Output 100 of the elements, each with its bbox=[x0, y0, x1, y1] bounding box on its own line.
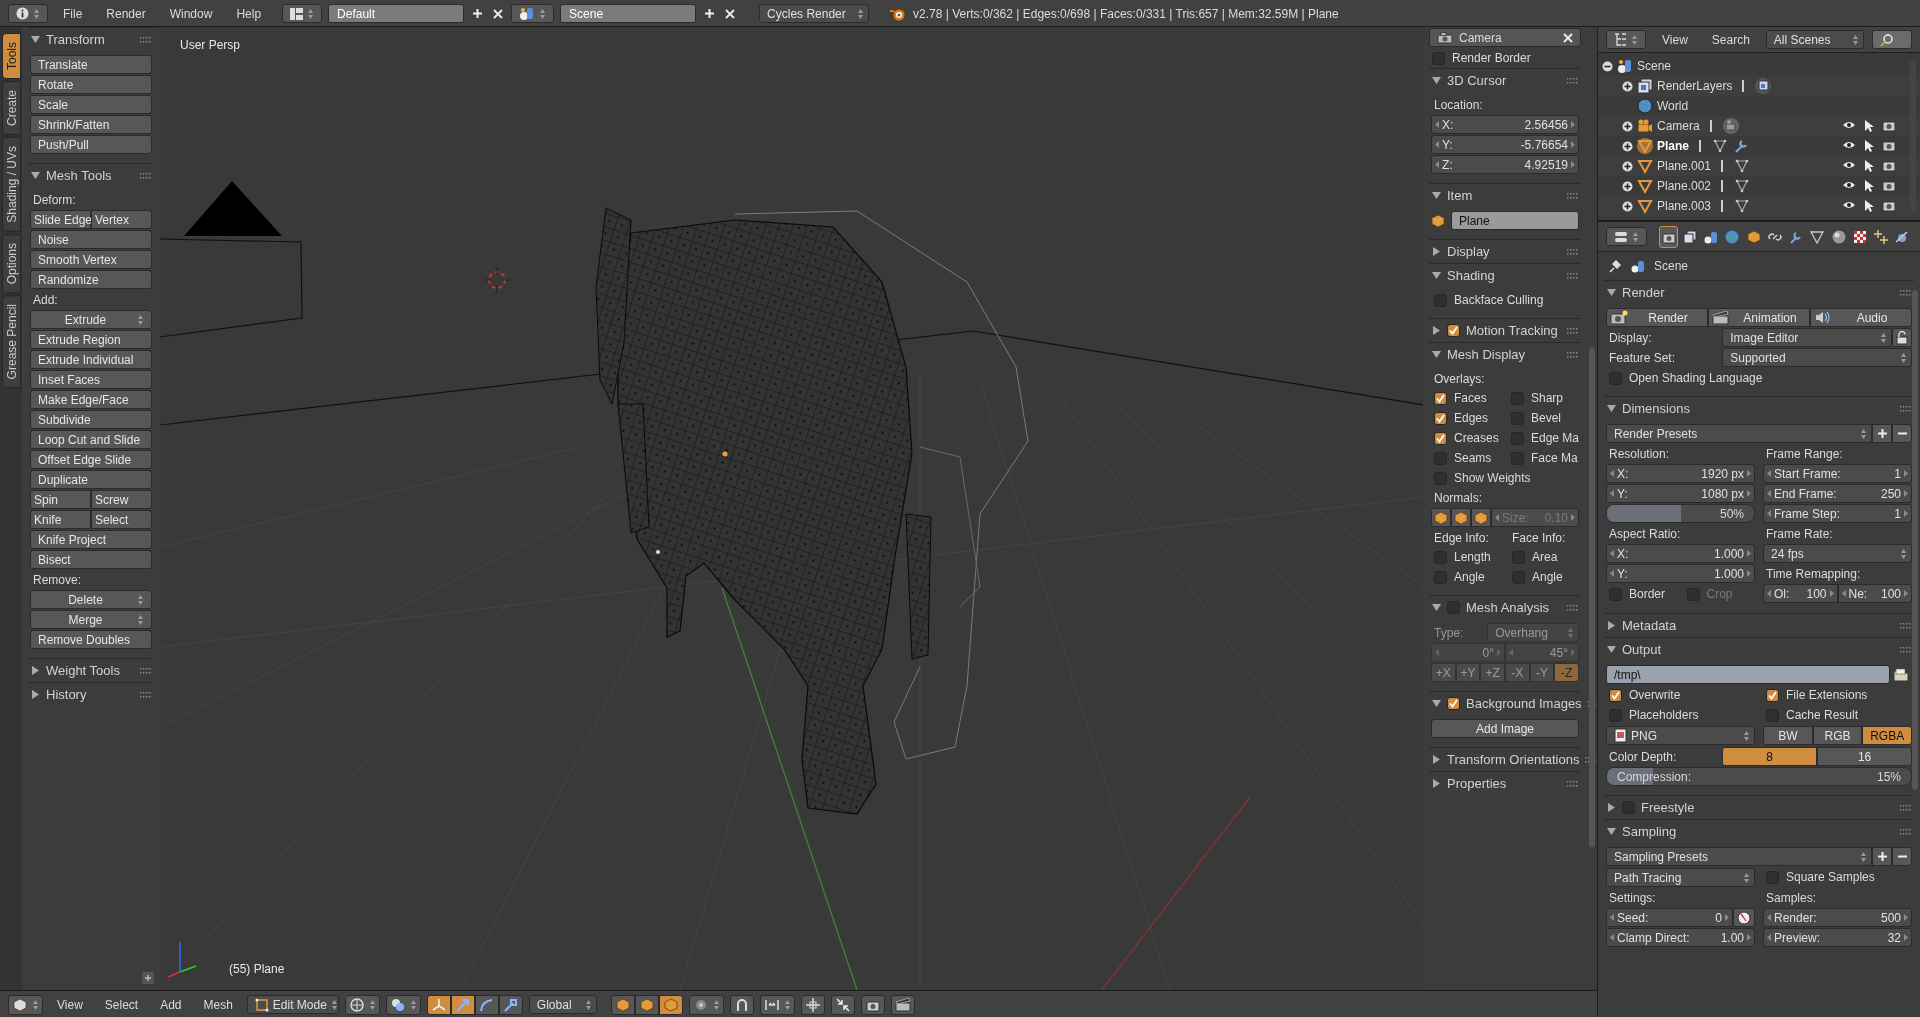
panel-title[interactable]: Mesh Tools bbox=[46, 168, 134, 183]
presets-dropdown[interactable]: Render Presets bbox=[1606, 424, 1872, 443]
toggle-button[interactable]: 16 bbox=[1817, 747, 1912, 766]
checkbox[interactable] bbox=[1609, 688, 1622, 702]
tool-button[interactable]: Make Edge/Face bbox=[30, 390, 152, 409]
disclosure-triangle-icon[interactable] bbox=[31, 171, 40, 180]
slider-field[interactable]: Compression: 15% bbox=[1606, 767, 1912, 786]
number-field[interactable]: Clamp Direct: 1.00 bbox=[1606, 928, 1755, 947]
tool-button[interactable]: Screw bbox=[91, 490, 152, 509]
tab[interactable]: Options bbox=[2, 233, 21, 294]
render-animation-button[interactable] bbox=[890, 994, 915, 1015]
checkbox-label[interactable]: Bevel bbox=[1530, 411, 1561, 425]
panel-title[interactable]: 3D Cursor bbox=[1447, 73, 1561, 88]
disclosure-triangle-icon[interactable] bbox=[1432, 779, 1441, 788]
tool-button[interactable]: Randomize bbox=[30, 270, 152, 289]
tool-button[interactable]: Offset Edge Slide bbox=[30, 450, 152, 469]
add-region-icon[interactable] bbox=[142, 972, 154, 984]
dropdown-field[interactable]: Supported bbox=[1722, 348, 1912, 367]
checkbox-label[interactable]: Border bbox=[1629, 587, 1666, 601]
menu-item[interactable]: Add bbox=[152, 997, 190, 1012]
select-mode-toggle[interactable] bbox=[634, 994, 659, 1015]
tool-button[interactable]: Push/Pull bbox=[30, 135, 152, 154]
tool-button[interactable]: Translate bbox=[30, 55, 152, 74]
panel-title[interactable]: Output bbox=[1622, 642, 1894, 657]
pin-icon[interactable] bbox=[1608, 259, 1622, 273]
disclosure-triangle-icon[interactable] bbox=[1607, 645, 1616, 654]
checkbox-label[interactable]: Show Weights bbox=[1454, 471, 1531, 485]
menu-item[interactable]: Mesh bbox=[195, 997, 241, 1012]
menu-item[interactable]: Search bbox=[1703, 32, 1758, 47]
panel-title[interactable]: Motion Tracking bbox=[1466, 323, 1561, 338]
number-field[interactable]: Ol: 100 bbox=[1763, 584, 1838, 603]
panel-title[interactable]: Metadata bbox=[1622, 618, 1894, 633]
checkbox-label[interactable]: Cache Result bbox=[1786, 708, 1859, 722]
tree-item-label[interactable]: Plane.001 bbox=[1657, 159, 1712, 173]
tool-button[interactable]: Inset Faces bbox=[30, 370, 152, 389]
disclosure-triangle-icon[interactable] bbox=[31, 690, 40, 699]
manipulator-toggle[interactable] bbox=[426, 994, 451, 1015]
remove-preset-button[interactable] bbox=[1892, 424, 1912, 443]
disclosure-triangle-icon[interactable] bbox=[1432, 755, 1441, 764]
search-field[interactable] bbox=[1872, 30, 1912, 49]
number-field[interactable]: Frame Step: 1 bbox=[1763, 504, 1912, 523]
lock-button[interactable] bbox=[1892, 328, 1912, 347]
render-button[interactable]: Animation bbox=[1708, 308, 1810, 327]
orientation-dropdown[interactable]: Global bbox=[528, 995, 597, 1014]
render-button[interactable]: Render bbox=[1606, 308, 1708, 327]
panel-title[interactable]: Background Images bbox=[1466, 696, 1582, 711]
number-field[interactable]: Y: 1080 px bbox=[1606, 484, 1755, 503]
expand-toggle-icon[interactable] bbox=[1622, 120, 1633, 132]
number-field[interactable]: X: 2.56456 bbox=[1431, 115, 1579, 134]
panel-title[interactable]: Freestyle bbox=[1641, 800, 1894, 815]
panel-title[interactable]: Sampling bbox=[1622, 824, 1894, 839]
file-format-dropdown[interactable]: PNG bbox=[1606, 726, 1755, 745]
panel-title[interactable]: Weight Tools bbox=[46, 663, 134, 678]
render-camera-icon[interactable] bbox=[1882, 119, 1896, 132]
add-preset-button[interactable] bbox=[1872, 847, 1892, 866]
menu-item[interactable]: File bbox=[54, 6, 92, 21]
dropdown-field[interactable]: 24 fps bbox=[1763, 544, 1912, 563]
panel-title[interactable]: Transform bbox=[46, 32, 134, 47]
editor-type-button[interactable] bbox=[8, 4, 48, 23]
toggle-button[interactable]: RGBA bbox=[1862, 726, 1912, 745]
toggle-button[interactable]: RGB bbox=[1812, 726, 1863, 745]
pointer-icon[interactable] bbox=[1863, 199, 1875, 213]
checkbox[interactable] bbox=[1434, 411, 1447, 425]
slider-field[interactable]: 50% bbox=[1606, 504, 1755, 523]
render-engine-dropdown[interactable]: Cycles Render bbox=[759, 4, 870, 23]
disclosure-triangle-icon[interactable] bbox=[1607, 827, 1616, 836]
properties-tab[interactable] bbox=[1659, 225, 1679, 248]
toggle-button[interactable]: BW bbox=[1763, 726, 1813, 745]
disclosure-triangle-icon[interactable] bbox=[1432, 271, 1441, 280]
number-field[interactable]: Seed: 0 bbox=[1606, 908, 1733, 927]
number-field[interactable]: Start Frame: 1 bbox=[1763, 464, 1912, 483]
number-field[interactable]: Render: 500 bbox=[1763, 908, 1912, 927]
number-field[interactable]: X: 1.000 bbox=[1606, 544, 1755, 563]
snap-toggle[interactable] bbox=[729, 994, 754, 1015]
dropdown-button[interactable]: Merge bbox=[30, 610, 152, 629]
camera-field[interactable]: Camera bbox=[1429, 28, 1581, 47]
remove-preset-button[interactable] bbox=[1892, 847, 1912, 866]
tool-button[interactable]: Shrink/Fatten bbox=[30, 115, 152, 134]
tool-button[interactable]: Extrude Individual bbox=[30, 350, 152, 369]
3d-cursor-icon[interactable] bbox=[483, 266, 511, 294]
tree-item-label[interactable]: Camera bbox=[1657, 119, 1700, 133]
tool-button[interactable]: Knife Project bbox=[30, 530, 152, 549]
panel-title[interactable]: Shading bbox=[1447, 268, 1561, 283]
dropdown-button[interactable]: Delete bbox=[30, 590, 152, 609]
disclosure-triangle-icon[interactable] bbox=[31, 666, 40, 675]
presets-dropdown[interactable]: Sampling Presets bbox=[1606, 847, 1872, 866]
tool-button[interactable]: Spin bbox=[30, 490, 91, 509]
checkbox-label[interactable]: Sharp bbox=[1530, 391, 1563, 405]
checkbox-label[interactable]: Angle bbox=[1532, 570, 1563, 584]
checkbox-label[interactable]: Face Ma bbox=[1530, 451, 1578, 465]
name-field[interactable]: Plane bbox=[1451, 211, 1579, 230]
menu-item[interactable]: Window bbox=[160, 6, 222, 21]
panel-title[interactable]: Transform Orientations bbox=[1447, 752, 1580, 767]
checkbox-label[interactable]: Overwrite bbox=[1629, 688, 1681, 702]
pointer-icon[interactable] bbox=[1863, 179, 1875, 193]
checkbox-label[interactable]: Placeholders bbox=[1629, 708, 1699, 722]
render-camera-icon[interactable] bbox=[1882, 159, 1896, 172]
pointer-icon[interactable] bbox=[1863, 119, 1875, 133]
checkbox-label[interactable]: Edges bbox=[1454, 411, 1489, 425]
normals-toggle[interactable] bbox=[1471, 508, 1491, 527]
